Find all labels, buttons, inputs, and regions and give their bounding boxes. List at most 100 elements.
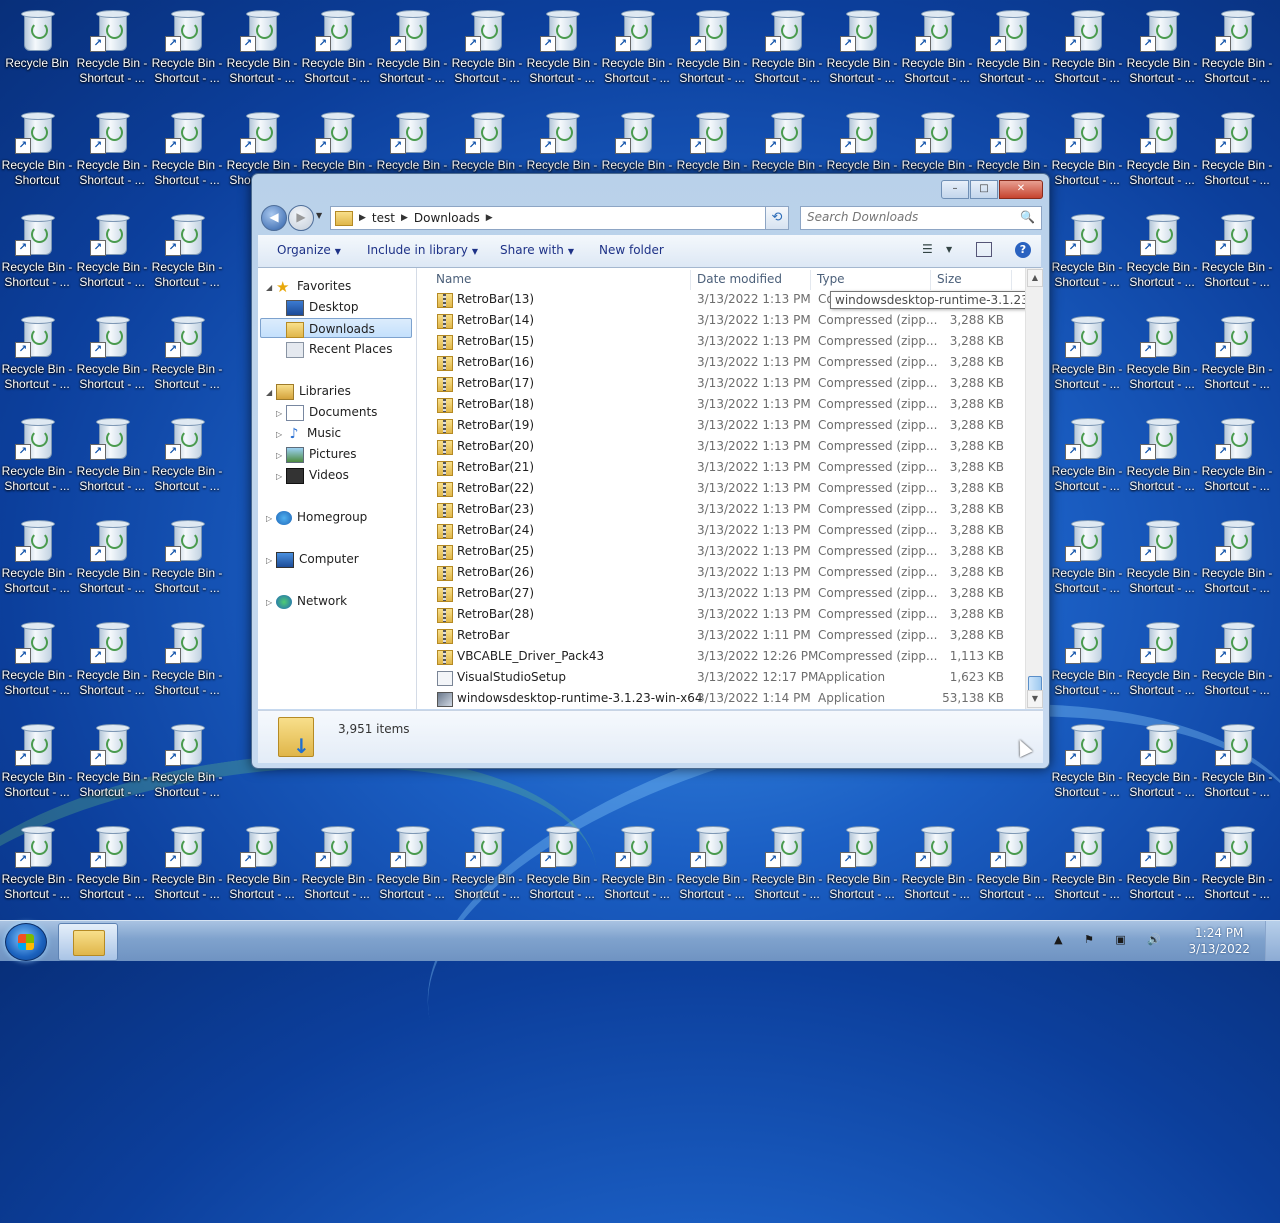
expand-arrow-icon[interactable]: ▷ <box>276 446 286 466</box>
include-in-library-menu[interactable]: Include in library ▼ <box>367 243 478 257</box>
tree-computer[interactable]: ▷ Computer <box>266 549 359 569</box>
search-box[interactable]: 🔍 <box>800 206 1042 230</box>
clock[interactable]: 1:24 PM 3/13/2022 <box>1188 925 1250 957</box>
column-divider[interactable] <box>1011 270 1012 290</box>
back-button[interactable]: ◀ <box>261 205 287 231</box>
recycle-bin-shortcut-icon[interactable]: ↗ Recycle Bin - Shortcut - ... <box>0 612 74 712</box>
expand-arrow-icon[interactable]: ▷ <box>276 467 286 487</box>
scroll-down-icon[interactable]: ▼ <box>1027 690 1043 708</box>
tree-favorites[interactable]: ◢ ★ Favorites <box>266 276 351 296</box>
recycle-bin-shortcut-icon[interactable]: ↗ Recycle Bin - Shortcut - ... <box>750 816 824 916</box>
new-folder-button[interactable]: New folder <box>599 243 664 257</box>
recycle-bin-shortcut-icon[interactable]: ↗ Recycle Bin - Shortcut - ... <box>975 0 1049 100</box>
recycle-bin-shortcut-icon[interactable]: ↗ Recycle Bin - Shortcut - ... <box>1050 306 1124 406</box>
address-bar[interactable]: ▶ test ▶ Downloads ▶ ▼ <box>330 206 785 230</box>
expand-arrow-icon[interactable]: ◢ <box>266 383 276 403</box>
recycle-bin-shortcut-icon[interactable]: ↗ Recycle Bin - Shortcut - ... <box>450 816 524 916</box>
column-header-size[interactable]: Size <box>937 272 962 286</box>
recycle-bin-shortcut-icon[interactable]: ↗ Recycle Bin - Shortcut - ... <box>975 816 1049 916</box>
recycle-bin-shortcut-icon[interactable]: ↗ Recycle Bin - Shortcut - ... <box>150 816 224 916</box>
help-icon[interactable]: ? <box>1015 242 1031 258</box>
refresh-button[interactable]: ⟲ <box>765 206 789 230</box>
column-divider[interactable] <box>810 270 811 290</box>
show-desktop-button[interactable] <box>1265 921 1280 961</box>
tree-desktop[interactable]: Desktop <box>286 297 359 317</box>
recycle-bin-shortcut-icon[interactable]: ↗ Recycle Bin - Shortcut - ... <box>75 204 149 304</box>
recycle-bin-shortcut-icon[interactable]: ↗ Recycle Bin - Shortcut - ... <box>525 0 599 100</box>
recycle-bin-shortcut-icon[interactable]: ↗ Recycle Bin - Shortcut - ... <box>1200 510 1274 610</box>
breadcrumb-test[interactable]: test <box>372 211 395 225</box>
search-input[interactable] <box>801 207 1017 227</box>
recycle-bin-shortcut-icon[interactable]: ↗ Recycle Bin - Shortcut - ... <box>75 0 149 100</box>
recycle-bin-shortcut-icon[interactable]: ↗ Recycle Bin - Shortcut - ... <box>150 714 224 814</box>
recycle-bin-shortcut-icon[interactable]: ↗ Recycle Bin - Shortcut - ... <box>75 102 149 202</box>
recycle-bin-shortcut-icon[interactable]: ↗ Recycle Bin - Shortcut - ... <box>0 306 74 406</box>
recycle-bin-shortcut-icon[interactable]: Recycle Bin <box>0 0 74 100</box>
recycle-bin-shortcut-icon[interactable]: ↗ Recycle Bin - Shortcut - ... <box>300 816 374 916</box>
recycle-bin-shortcut-icon[interactable]: ↗ Recycle Bin - Shortcut - ... <box>75 612 149 712</box>
scroll-up-icon[interactable]: ▲ <box>1027 269 1043 287</box>
recycle-bin-shortcut-icon[interactable]: ↗ Recycle Bin - Shortcut - ... <box>1200 714 1274 814</box>
recycle-bin-shortcut-icon[interactable]: ↗ Recycle Bin - Shortcut - ... <box>1200 0 1274 100</box>
recycle-bin-shortcut-icon[interactable]: ↗ Recycle Bin - Shortcut - ... <box>150 612 224 712</box>
recycle-bin-shortcut-icon[interactable]: ↗ Recycle Bin - Shortcut - ... <box>1125 102 1199 202</box>
recycle-bin-shortcut-icon[interactable]: ↗ Recycle Bin - Shortcut - ... <box>600 816 674 916</box>
expand-arrow-icon[interactable]: ▷ <box>266 551 276 571</box>
recycle-bin-shortcut-icon[interactable]: ↗ Recycle Bin - Shortcut - ... <box>825 816 899 916</box>
column-divider[interactable] <box>690 270 691 290</box>
recycle-bin-shortcut-icon[interactable]: ↗ Recycle Bin - Shortcut - ... <box>0 408 74 508</box>
column-header-date[interactable]: Date modified <box>697 272 782 286</box>
recycle-bin-shortcut-icon[interactable]: ↗ Recycle Bin - Shortcut - ... <box>1125 714 1199 814</box>
file-list[interactable]: Name Date modified Type Size RetroBar(13… <box>417 268 1043 709</box>
tree-music[interactable]: ▷ ♪ Music <box>276 423 341 443</box>
column-divider[interactable] <box>930 270 931 290</box>
vertical-scrollbar[interactable]: ▲ ▼ <box>1025 268 1043 709</box>
recycle-bin-shortcut-icon[interactable]: ↗ Recycle Bin - Shortcut - ... <box>1050 204 1124 304</box>
recycle-bin-shortcut-icon[interactable]: ↗ Recycle Bin - Shortcut - ... <box>375 0 449 100</box>
recent-pages-dropdown[interactable]: ▼ <box>316 211 322 220</box>
close-button[interactable]: ✕ <box>999 180 1043 199</box>
breadcrumb-downloads[interactable]: Downloads <box>414 211 480 225</box>
expand-arrow-icon[interactable]: ▷ <box>276 425 286 445</box>
expand-arrow-icon[interactable]: ◢ <box>266 278 276 298</box>
recycle-bin-shortcut-icon[interactable]: ↗ Recycle Bin - Shortcut - ... <box>675 0 749 100</box>
column-header-name[interactable]: Name <box>436 272 471 286</box>
taskbar-explorer-button[interactable] <box>58 923 118 961</box>
recycle-bin-shortcut-icon[interactable]: ↗ Recycle Bin - Shortcut - ... <box>450 0 524 100</box>
recycle-bin-shortcut-icon[interactable]: ↗ Recycle Bin - Shortcut - ... <box>1125 510 1199 610</box>
recycle-bin-shortcut-icon[interactable]: ↗ Recycle Bin - Shortcut - ... <box>825 0 899 100</box>
system-tray-icons[interactable]: ▲ ⚑ ▣ 🔊 <box>1054 933 1170 946</box>
recycle-bin-shortcut-icon[interactable]: ↗ Recycle Bin - Shortcut - ... <box>75 816 149 916</box>
recycle-bin-shortcut-icon[interactable]: ↗ Recycle Bin - Shortcut - ... <box>1200 408 1274 508</box>
recycle-bin-shortcut-icon[interactable]: ↗ Recycle Bin - Shortcut - ... <box>150 306 224 406</box>
explorer-window[interactable]: – □ ✕ ◀ ▶ ▼ ▶ test ▶ Downloads ▶ ▼ ⟲ 🔍 O… <box>251 173 1050 769</box>
recycle-bin-shortcut-icon[interactable]: ↗ Recycle Bin - Shortcut - ... <box>1200 612 1274 712</box>
recycle-bin-shortcut-icon[interactable]: ↗ Recycle Bin - Shortcut - ... <box>600 0 674 100</box>
recycle-bin-shortcut-icon[interactable]: ↗ Recycle Bin - Shortcut - ... <box>1125 612 1199 712</box>
tree-libraries[interactable]: ◢ Libraries <box>266 381 351 401</box>
column-header-type[interactable]: Type <box>817 272 845 286</box>
expand-arrow-icon[interactable]: ▷ <box>266 593 276 613</box>
recycle-bin-shortcut-icon[interactable]: ↗ Recycle Bin - Shortcut - ... <box>1125 816 1199 916</box>
recycle-bin-shortcut-icon[interactable]: ↗ Recycle Bin - Shortcut - ... <box>1200 204 1274 304</box>
recycle-bin-shortcut-icon[interactable]: ↗ Recycle Bin - Shortcut - ... <box>1050 510 1124 610</box>
start-button[interactable] <box>5 923 47 961</box>
breadcrumb-separator-icon[interactable]: ▶ <box>359 213 366 223</box>
recycle-bin-shortcut-icon[interactable]: ↗ Recycle Bin - Shortcut - ... <box>0 510 74 610</box>
organize-menu[interactable]: Organize ▼ <box>277 243 341 257</box>
recycle-bin-shortcut-icon[interactable]: ↗ Recycle Bin - Shortcut - ... <box>1125 204 1199 304</box>
breadcrumb-separator-icon[interactable]: ▶ <box>486 213 493 223</box>
recycle-bin-shortcut-icon[interactable]: ↗ Recycle Bin - Shortcut - ... <box>1050 408 1124 508</box>
recycle-bin-shortcut-icon[interactable]: ↗ Recycle Bin - Shortcut - ... <box>1125 0 1199 100</box>
forward-button[interactable]: ▶ <box>288 205 314 231</box>
recycle-bin-shortcut-icon[interactable]: ↗ Recycle Bin - Shortcut - ... <box>750 0 824 100</box>
minimize-button[interactable]: – <box>941 180 969 199</box>
recycle-bin-shortcut-icon[interactable]: ↗ Recycle Bin - Shortcut - ... <box>1050 612 1124 712</box>
recycle-bin-shortcut-icon[interactable]: ↗ Recycle Bin - Shortcut - ... <box>0 204 74 304</box>
recycle-bin-shortcut-icon[interactable]: ↗ Recycle Bin - Shortcut - ... <box>1200 816 1274 916</box>
recycle-bin-shortcut-icon[interactable]: ↗ Recycle Bin - Shortcut - ... <box>525 816 599 916</box>
recycle-bin-shortcut-icon[interactable]: ↗ Recycle Bin - Shortcut - ... <box>1050 816 1124 916</box>
recycle-bin-shortcut-icon[interactable]: ↗ Recycle Bin - Shortcut - ... <box>150 408 224 508</box>
recycle-bin-shortcut-icon[interactable]: ↗ Recycle Bin - Shortcut - ... <box>1050 714 1124 814</box>
tree-homegroup[interactable]: ▷ Homegroup <box>266 507 367 527</box>
